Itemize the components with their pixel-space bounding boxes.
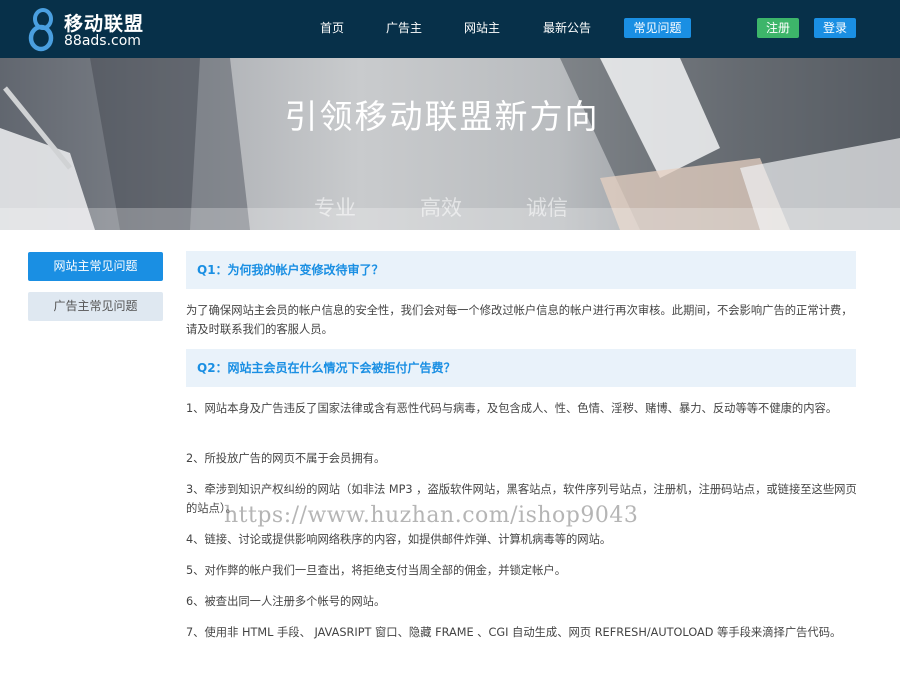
- faq-question-1: Q1：为何我的帐户变修改待审了？: [186, 251, 856, 289]
- nav-webmaster[interactable]: 网站主: [460, 18, 504, 38]
- banner-word-integrity: 诚信: [526, 196, 568, 220]
- faq-answer-2-item-5: 5、对作弊的帐户我们一旦查出，将拒绝支付当周全部的佣金，并锁定帐户。: [186, 564, 566, 577]
- faq-answer-1: 为了确保网站主会员的帐户信息的安全性，我们会对每一个修改过帐户信息的帐户进行再次…: [186, 304, 853, 336]
- banner-word-professional: 专业: [314, 196, 356, 220]
- top-header: 移动联盟 88ads.com 首页 广告主 网站主 最新公告 常见问题 注册 登…: [0, 0, 900, 58]
- hero-banner: 引领移动联盟新方向 专业 高效 诚信: [0, 58, 900, 230]
- nav-home[interactable]: 首页: [313, 18, 351, 38]
- faq-answer-2-item-1: 1、网站本身及广告违反了国家法律或含有恶性代码与病毒，及包含成人、性、色情、淫秽…: [186, 402, 838, 415]
- faq-answer-2-item-6: 6、被查出同一人注册多个帐号的网站。: [186, 595, 386, 608]
- login-button[interactable]: 登录: [814, 18, 856, 38]
- faq-answer-2-item-7: 7、使用非 HTML 手段、 JAVASRIPT 窗口、隐藏 FRAME 、CG…: [186, 626, 842, 639]
- logo-domain: 88ads.com: [64, 33, 141, 49]
- watermark-text: https://www.huzhan.com/ishop9043: [224, 503, 639, 528]
- faq-question-2: Q2：网站主会员在什么情况下会被拒付广告费？: [186, 349, 856, 387]
- register-button[interactable]: 注册: [757, 18, 799, 38]
- faq-answer-2-item-4: 4、链接、讨论或提供影响网络秩序的内容，如提供邮件炸弹、计算机病毒等的网站。: [186, 533, 612, 546]
- banner-title: 引领移动联盟新方向: [284, 97, 600, 136]
- logo-title: 移动联盟: [64, 13, 145, 35]
- site-logo[interactable]: 移动联盟 88ads.com: [26, 6, 186, 52]
- logo-eight-icon: [28, 8, 54, 52]
- nav-advertiser[interactable]: 广告主: [382, 18, 426, 38]
- faq-answer-2-item-2: 2、所投放广告的网页不属于会员拥有。: [186, 452, 386, 465]
- sidebar-item-advertiser-faq[interactable]: 广告主常见问题: [28, 292, 163, 321]
- banner-word-efficient: 高效: [420, 196, 462, 220]
- nav-faq[interactable]: 常见问题: [624, 18, 691, 38]
- nav-announcements[interactable]: 最新公告: [538, 18, 596, 38]
- sidebar-item-webmaster-faq[interactable]: 网站主常见问题: [28, 252, 163, 281]
